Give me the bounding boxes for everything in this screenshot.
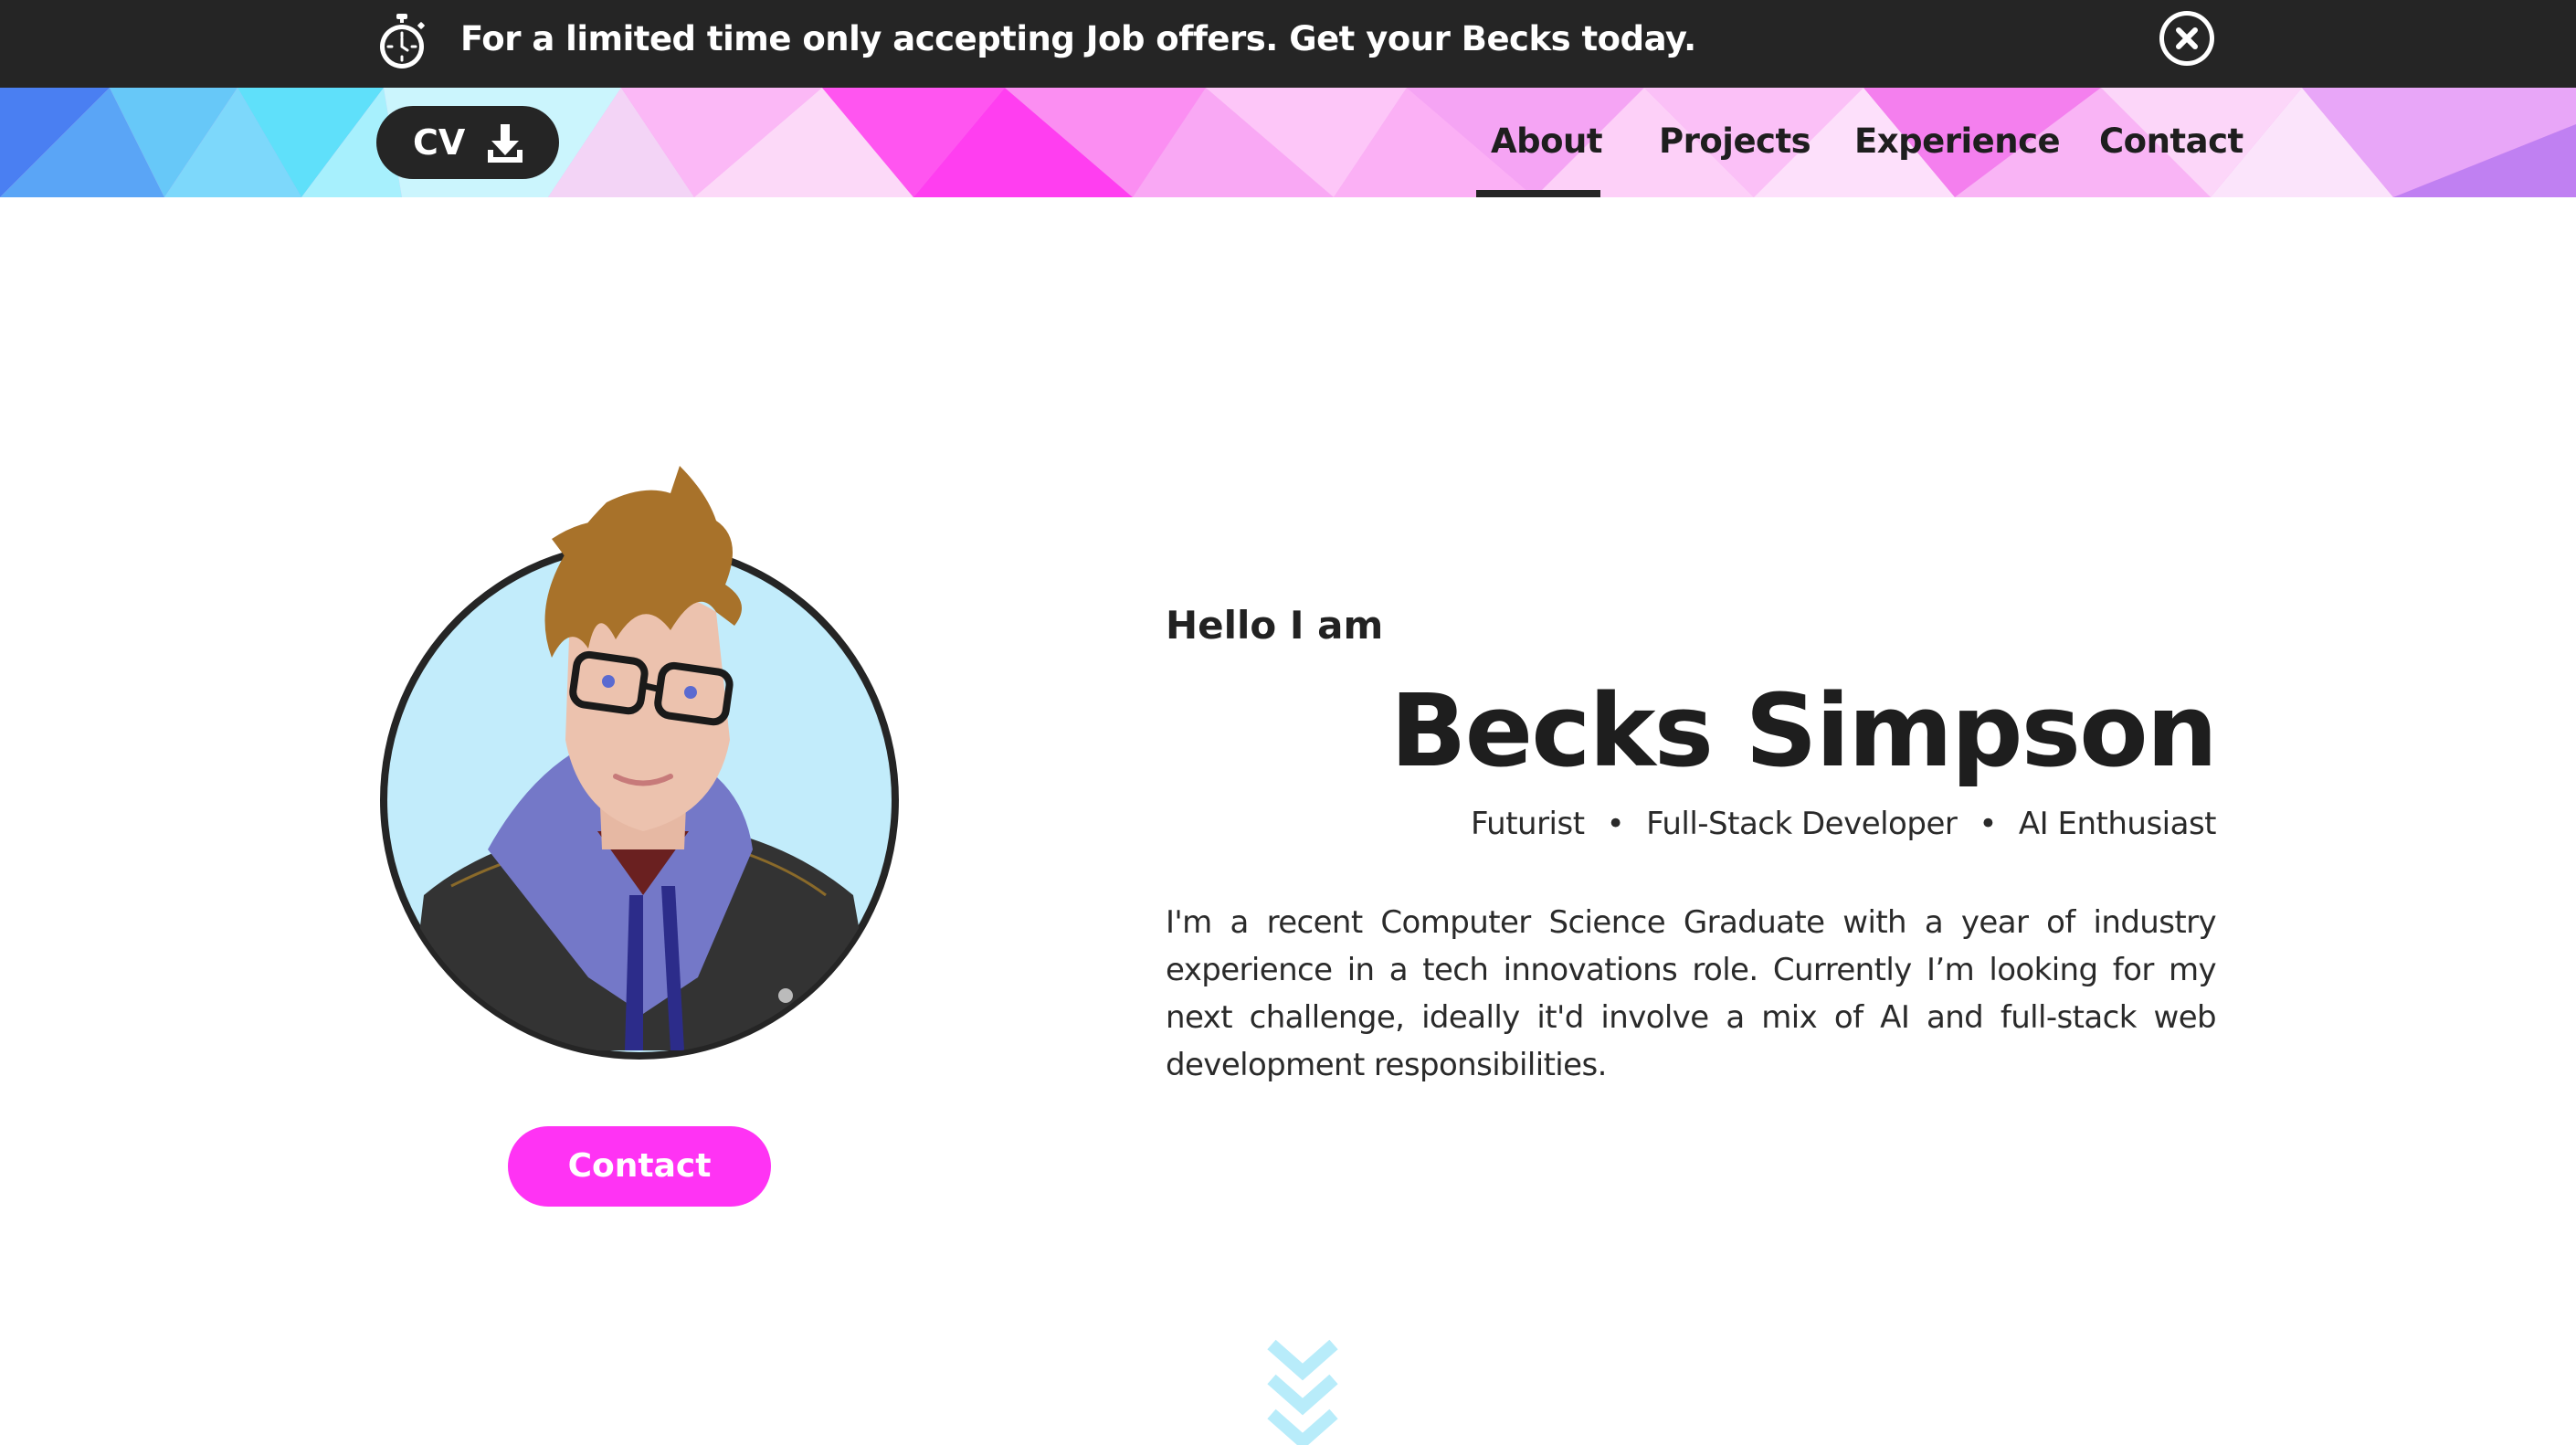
greeting-text: Hello I am <box>1166 603 1384 648</box>
role-developer: Full-Stack Developer <box>1646 806 1958 842</box>
role-list: Futurist • Full-Stack Developer • AI Enthusi… <box>1470 806 2217 842</box>
avatar <box>380 466 899 1060</box>
download-icon <box>488 124 523 163</box>
cv-download-button[interactable]: CV <box>376 106 559 179</box>
site-header: CV About Projects Experience Contact <box>0 88 2576 197</box>
banner-message: For a limited time only accepting Job of… <box>460 19 1696 58</box>
chevrons-down-icon[interactable] <box>1266 1339 1339 1445</box>
nav-about[interactable]: About <box>1491 88 1603 197</box>
nav-projects[interactable]: Projects <box>1659 88 1811 197</box>
contact-button[interactable]: Contact <box>508 1126 771 1207</box>
cv-label: CV <box>413 122 466 163</box>
bullet-separator: • <box>1979 806 1997 842</box>
nav-active-indicator <box>1476 190 1600 197</box>
announcement-banner: For a limited time only accepting Job of… <box>0 0 2576 88</box>
nav-contact[interactable]: Contact <box>2099 88 2243 197</box>
close-icon[interactable] <box>2156 7 2218 69</box>
hero-name: Becks Simpson <box>1389 672 2218 789</box>
role-futurist: Futurist <box>1470 806 1585 842</box>
bullet-separator: • <box>1606 806 1625 842</box>
bio-paragraph: I'm a recent Computer Science Graduate w… <box>1166 904 2217 1083</box>
stopwatch-icon <box>380 14 425 69</box>
role-ai: AI Enthusiast <box>2018 806 2217 842</box>
nav-experience[interactable]: Experience <box>1854 88 2061 197</box>
